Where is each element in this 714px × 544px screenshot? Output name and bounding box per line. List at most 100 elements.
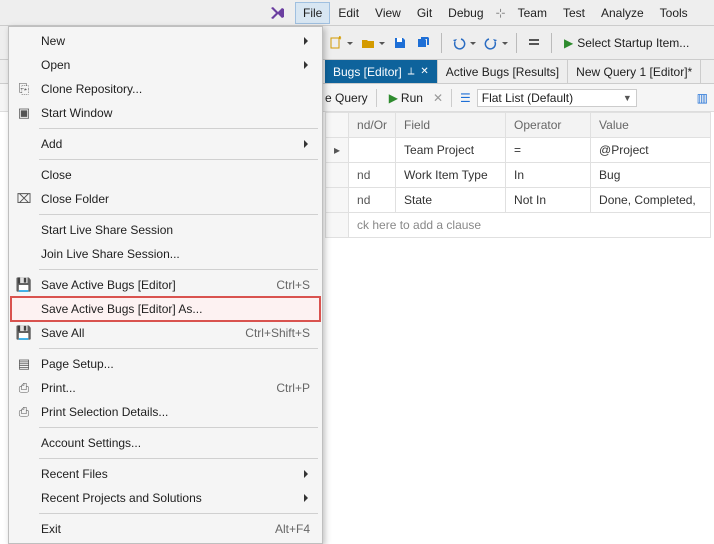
blank-icon bbox=[15, 56, 33, 74]
blank-icon bbox=[15, 245, 33, 263]
redo-button[interactable] bbox=[480, 32, 510, 54]
save-all-button[interactable] bbox=[413, 32, 435, 54]
menu-git[interactable]: Git bbox=[409, 2, 440, 24]
add-clause-row[interactable]: ck here to add a clause bbox=[326, 213, 711, 238]
row-handle[interactable] bbox=[326, 163, 349, 188]
print-icon: ⎙ bbox=[15, 379, 33, 397]
row-handle[interactable]: ▸ bbox=[326, 138, 349, 163]
menu-analyze[interactable]: Analyze bbox=[593, 2, 652, 24]
run-query-button[interactable]: ▶ Run bbox=[385, 89, 427, 107]
columns-icon[interactable]: ▥ bbox=[697, 91, 714, 105]
menu-item-save-active-bugs-editor[interactable]: 💾Save Active Bugs [Editor]Ctrl+S bbox=[11, 273, 320, 297]
menu-item-recent-files[interactable]: Recent Files bbox=[11, 462, 320, 486]
open-button[interactable] bbox=[357, 32, 387, 54]
menu-item-new[interactable]: New bbox=[11, 29, 320, 53]
clause-row[interactable]: ▸ Team Project = @Project bbox=[326, 138, 711, 163]
cell-val[interactable]: @Project bbox=[591, 138, 711, 163]
startup-label: Select Startup Item... bbox=[577, 36, 689, 50]
submenu-arrow-icon bbox=[304, 61, 312, 69]
tab-label: Active Bugs [Results] bbox=[446, 65, 559, 79]
menu-item-label: Print Selection Details... bbox=[41, 405, 316, 419]
menu-debug[interactable]: Debug bbox=[440, 2, 491, 24]
menu-item-recent-projects-and-solutions[interactable]: Recent Projects and Solutions bbox=[11, 486, 320, 510]
list-icon: ☰ bbox=[460, 91, 471, 105]
menu-item-shortcut: Alt+F4 bbox=[275, 522, 316, 536]
menu-separator bbox=[39, 159, 318, 160]
grid-header-row: nd/Or Field Operator Value bbox=[326, 113, 711, 138]
tab-new-query[interactable]: New Query 1 [Editor]* bbox=[568, 60, 701, 83]
tab-active-bugs-results[interactable]: Active Bugs [Results] bbox=[438, 60, 568, 83]
undo-button[interactable] bbox=[448, 32, 478, 54]
menu-separator bbox=[39, 348, 318, 349]
stop-icon[interactable]: ✕ bbox=[433, 91, 443, 105]
save-all-icon: 💾 bbox=[15, 324, 33, 342]
cell-val[interactable]: Done, Completed, bbox=[591, 188, 711, 213]
col-operator: Operator bbox=[506, 113, 591, 138]
print-sel-icon: ⎙ bbox=[15, 403, 33, 421]
menu-file[interactable]: File bbox=[295, 2, 330, 24]
cell-val[interactable]: Bug bbox=[591, 163, 711, 188]
menu-item-label: Recent Files bbox=[41, 467, 296, 481]
menu-separator bbox=[39, 513, 318, 514]
menu-item-start-window[interactable]: ▣Start Window bbox=[11, 101, 320, 125]
qsep bbox=[451, 89, 452, 107]
menu-view[interactable]: View bbox=[367, 2, 409, 24]
submenu-arrow-icon bbox=[304, 140, 312, 148]
clause-row[interactable]: nd State Not In Done, Completed, bbox=[326, 188, 711, 213]
menu-item-close[interactable]: Close bbox=[11, 163, 320, 187]
menu-item-exit[interactable]: ExitAlt+F4 bbox=[11, 517, 320, 541]
page-setup-icon: ▤ bbox=[15, 355, 33, 373]
cell-op[interactable]: Not In bbox=[506, 188, 591, 213]
save-icon: 💾 bbox=[15, 276, 33, 294]
tab-active-bugs-editor[interactable]: Bugs [Editor] ⟂ ✕ bbox=[325, 60, 438, 83]
menu-item-add[interactable]: Add bbox=[11, 132, 320, 156]
menu-item-close-folder[interactable]: ⌧Close Folder bbox=[11, 187, 320, 211]
menu-item-label: Open bbox=[41, 58, 296, 72]
startup-selector[interactable]: ▶ Select Startup Item... bbox=[558, 36, 695, 50]
menu-item-shortcut: Ctrl+S bbox=[276, 278, 316, 292]
menu-team[interactable]: Team bbox=[510, 2, 555, 24]
save-button[interactable] bbox=[389, 32, 411, 54]
menu-item-save-all[interactable]: 💾Save AllCtrl+Shift+S bbox=[11, 321, 320, 345]
cell-op[interactable]: In bbox=[506, 163, 591, 188]
config-button[interactable] bbox=[523, 32, 545, 54]
menu-item-join-live-share-session[interactable]: Join Live Share Session... bbox=[11, 242, 320, 266]
cell-field[interactable]: Team Project bbox=[396, 138, 506, 163]
menu-tools[interactable]: Tools bbox=[652, 2, 696, 24]
cell-andor[interactable]: nd bbox=[349, 188, 396, 213]
blank-icon bbox=[15, 221, 33, 239]
cell-andor[interactable]: nd bbox=[349, 163, 396, 188]
menu-item-label: Start Live Share Session bbox=[41, 223, 316, 237]
tab-label: New Query 1 [Editor]* bbox=[576, 65, 692, 79]
menu-item-account-settings[interactable]: Account Settings... bbox=[11, 431, 320, 455]
menu-item-open[interactable]: Open bbox=[11, 53, 320, 77]
menu-item-label: Close Folder bbox=[41, 192, 316, 206]
menu-item-label: Recent Projects and Solutions bbox=[41, 491, 296, 505]
menu-item-print-selection-details[interactable]: ⎙ Print Selection Details... bbox=[11, 400, 320, 424]
pin-icon[interactable]: ⟂ bbox=[408, 66, 415, 77]
cell-op[interactable]: = bbox=[506, 138, 591, 163]
menu-item-print[interactable]: ⎙Print...Ctrl+P bbox=[11, 376, 320, 400]
submenu-arrow-icon bbox=[304, 494, 312, 502]
clause-row[interactable]: nd Work Item Type In Bug bbox=[326, 163, 711, 188]
cell-andor[interactable] bbox=[349, 138, 396, 163]
new-item-button[interactable] bbox=[325, 32, 355, 54]
toolbar-sep bbox=[551, 33, 552, 53]
cell-field[interactable]: Work Item Type bbox=[396, 163, 506, 188]
menu-item-start-live-share-session[interactable]: Start Live Share Session bbox=[11, 218, 320, 242]
chevron-down-icon: ▼ bbox=[623, 93, 632, 103]
menu-item-label: Save All bbox=[41, 326, 237, 340]
row-handle[interactable] bbox=[326, 188, 349, 213]
menu-item-clone-repository[interactable]: ⎘Clone Repository... bbox=[11, 77, 320, 101]
query-type-select[interactable]: Flat List (Default) ▼ bbox=[477, 89, 637, 107]
cell-field[interactable]: State bbox=[396, 188, 506, 213]
menu-separator bbox=[39, 427, 318, 428]
menu-edit[interactable]: Edit bbox=[330, 2, 367, 24]
query-clause-grid: nd/Or Field Operator Value ▸ Team Projec… bbox=[325, 112, 711, 238]
close-icon[interactable]: ✕ bbox=[420, 66, 428, 77]
menu-test[interactable]: Test bbox=[555, 2, 593, 24]
menu-item-page-setup[interactable]: ▤Page Setup... bbox=[11, 352, 320, 376]
menu-separator bbox=[39, 214, 318, 215]
flatlist-label: Flat List (Default) bbox=[482, 91, 573, 105]
menu-item-save-active-bugs-editor-as[interactable]: Save Active Bugs [Editor] As... bbox=[11, 297, 320, 321]
